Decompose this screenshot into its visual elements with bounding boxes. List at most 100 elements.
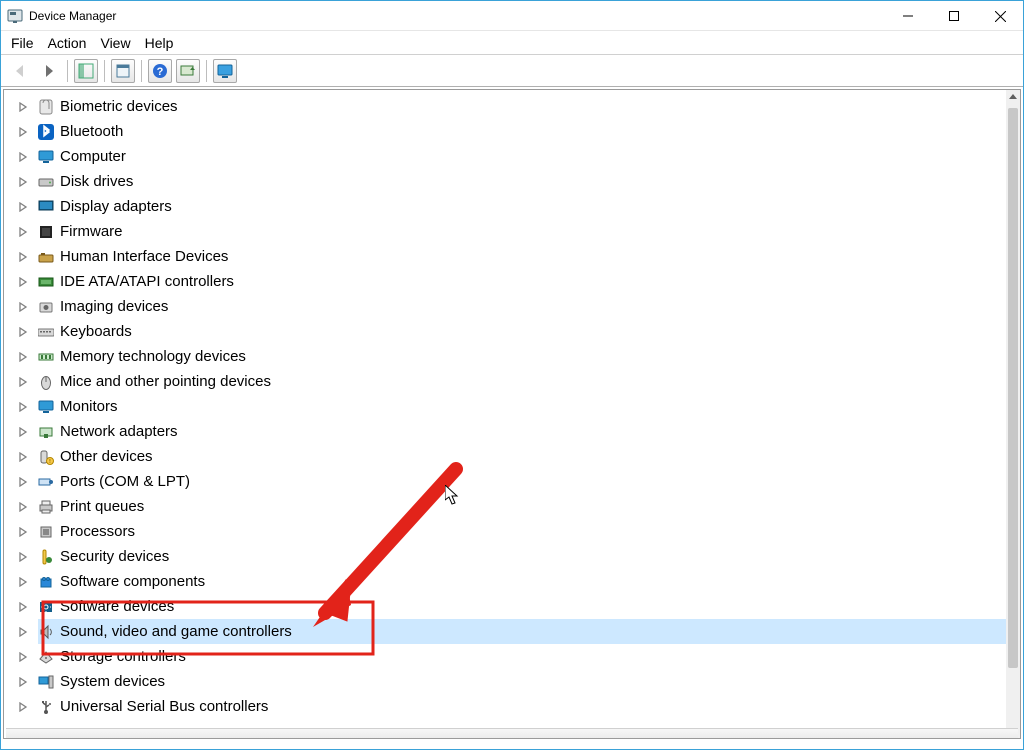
- toolbar-back-button[interactable]: [9, 59, 33, 83]
- expand-icon[interactable]: [18, 275, 30, 287]
- scroll-up-button[interactable]: [1006, 90, 1020, 104]
- tree-item-label: Biometric devices: [60, 99, 178, 114]
- tree-item-label: Imaging devices: [60, 299, 168, 314]
- tree-item-firmware[interactable]: Firmware: [38, 219, 1006, 244]
- expand-icon[interactable]: [18, 500, 30, 512]
- menu-action[interactable]: Action: [48, 35, 87, 51]
- tree-item-softdev[interactable]: Software devices: [38, 594, 1006, 619]
- client-area: Biometric devices Bluetooth Computer Disk d…: [3, 89, 1021, 739]
- toolbar-separator: [141, 60, 142, 82]
- expand-icon[interactable]: [18, 375, 30, 387]
- tree-item-ports[interactable]: Ports (COM & LPT): [38, 469, 1006, 494]
- expand-icon[interactable]: [18, 200, 30, 212]
- toolbar-scan-button[interactable]: [176, 59, 200, 83]
- printer-icon: [38, 499, 54, 515]
- toolbar-separator: [67, 60, 68, 82]
- expand-icon[interactable]: [18, 550, 30, 562]
- window-title: Device Manager: [29, 9, 116, 23]
- scroll-thumb[interactable]: [1008, 108, 1018, 668]
- tree-item-memtech[interactable]: Memory technology devices: [38, 344, 1006, 369]
- tree-item-bluetooth[interactable]: Bluetooth: [38, 119, 1006, 144]
- expand-icon[interactable]: [18, 650, 30, 662]
- expand-icon[interactable]: [18, 600, 30, 612]
- svg-text:?: ?: [157, 66, 164, 78]
- expand-icon[interactable]: [18, 150, 30, 162]
- tree-item-processors[interactable]: Processors: [38, 519, 1006, 544]
- tree-item-security[interactable]: Security devices: [38, 544, 1006, 569]
- hid-icon: [38, 249, 54, 265]
- menu-file[interactable]: File: [11, 35, 34, 51]
- tree-item-label: IDE ATA/ATAPI controllers: [60, 274, 234, 289]
- tree-item-label: Print queues: [60, 499, 144, 514]
- expand-icon[interactable]: [18, 475, 30, 487]
- expand-icon[interactable]: [18, 100, 30, 112]
- toolbar-forward-button[interactable]: [37, 59, 61, 83]
- keyboard-icon: [38, 324, 54, 340]
- tree-item-system[interactable]: System devices: [38, 669, 1006, 694]
- titlebar: Device Manager: [1, 1, 1023, 31]
- expand-icon[interactable]: [18, 225, 30, 237]
- tree-item-label: Computer: [60, 149, 126, 164]
- tree-item-computer[interactable]: Computer: [38, 144, 1006, 169]
- expand-icon[interactable]: [18, 625, 30, 637]
- expand-icon[interactable]: [18, 125, 30, 137]
- tree-item-usb[interactable]: Universal Serial Bus controllers: [38, 694, 1006, 719]
- toolbar-help-button[interactable]: ?: [148, 59, 172, 83]
- tree-item-disk[interactable]: Disk drives: [38, 169, 1006, 194]
- minimize-button[interactable]: [885, 1, 931, 31]
- tree-item-keyboard[interactable]: Keyboards: [38, 319, 1006, 344]
- expand-icon[interactable]: [18, 300, 30, 312]
- expand-icon[interactable]: [18, 250, 30, 262]
- tree-item-other[interactable]: !Other devices: [38, 444, 1006, 469]
- maximize-button[interactable]: [931, 1, 977, 31]
- vertical-scrollbar[interactable]: [1006, 90, 1020, 738]
- toolbar-properties-button[interactable]: [111, 59, 135, 83]
- menubar: File Action View Help: [1, 31, 1023, 55]
- app-icon: [7, 8, 23, 24]
- expand-icon[interactable]: [18, 575, 30, 587]
- expand-icon[interactable]: [18, 400, 30, 412]
- bluetooth-icon: [38, 124, 54, 140]
- expand-icon[interactable]: [18, 325, 30, 337]
- storage-icon: [38, 649, 54, 665]
- tree-item-label: Sound, video and game controllers: [60, 624, 292, 639]
- pc-icon: [38, 674, 54, 690]
- expand-icon[interactable]: [18, 425, 30, 437]
- tree-item-hid[interactable]: Human Interface Devices: [38, 244, 1006, 269]
- tree-item-sound[interactable]: Sound, video and game controllers: [38, 619, 1006, 644]
- tree-item-imaging[interactable]: Imaging devices: [38, 294, 1006, 319]
- expand-icon[interactable]: [18, 525, 30, 537]
- tree-item-label: Memory technology devices: [60, 349, 246, 364]
- menu-view[interactable]: View: [100, 35, 130, 51]
- statusbar: [6, 728, 1018, 738]
- tree-item-label: Network adapters: [60, 424, 178, 439]
- expand-icon[interactable]: [18, 175, 30, 187]
- monitor-icon: [38, 399, 54, 415]
- expand-icon[interactable]: [18, 700, 30, 712]
- menu-help[interactable]: Help: [145, 35, 174, 51]
- device-tree[interactable]: Biometric devices Bluetooth Computer Disk d…: [4, 90, 1006, 738]
- tree-item-softcomp[interactable]: Software components: [38, 569, 1006, 594]
- close-button[interactable]: [977, 1, 1023, 31]
- toolbar-separator: [206, 60, 207, 82]
- chip-dark-icon: [38, 224, 54, 240]
- toolbar: ?: [1, 55, 1023, 87]
- tree-item-printq[interactable]: Print queues: [38, 494, 1006, 519]
- expand-icon[interactable]: [18, 675, 30, 687]
- expand-icon[interactable]: [18, 450, 30, 462]
- tree-item-network[interactable]: Network adapters: [38, 419, 1006, 444]
- tree-item-mice[interactable]: Mice and other pointing devices: [38, 369, 1006, 394]
- port-icon: [38, 474, 54, 490]
- tree-item-ide[interactable]: IDE ATA/ATAPI controllers: [38, 269, 1006, 294]
- toolbar-monitor-button[interactable]: [213, 59, 237, 83]
- chip-icon: [38, 524, 54, 540]
- expand-icon[interactable]: [18, 350, 30, 362]
- tree-item-display[interactable]: Display adapters: [38, 194, 1006, 219]
- tree-item-label: Disk drives: [60, 174, 133, 189]
- tree-item-storage[interactable]: Storage controllers: [38, 644, 1006, 669]
- tree-item-label: Security devices: [60, 549, 169, 564]
- toolbar-show-tree-button[interactable]: [74, 59, 98, 83]
- tree-item-biometric[interactable]: Biometric devices: [38, 94, 1006, 119]
- tree-item-monitors[interactable]: Monitors: [38, 394, 1006, 419]
- usb-icon: [38, 699, 54, 715]
